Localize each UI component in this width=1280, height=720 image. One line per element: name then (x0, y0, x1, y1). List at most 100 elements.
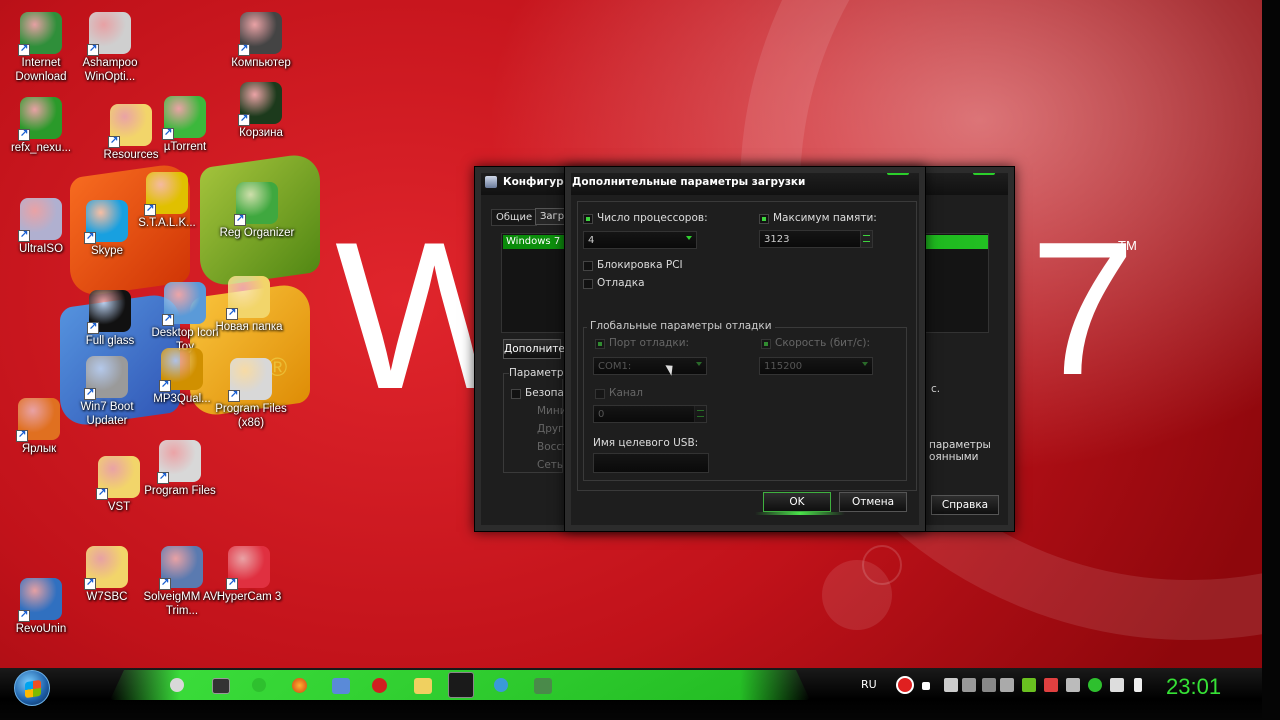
max-memory-checkbox[interactable] (759, 214, 769, 224)
chevron-down-icon (696, 362, 702, 366)
spinner-icon[interactable] (694, 406, 706, 422)
close-button[interactable] (973, 169, 995, 175)
record-icon[interactable] (896, 676, 914, 694)
utorrent-icon (18, 97, 62, 141)
desktop-icon[interactable]: W7SBC (68, 546, 146, 604)
camera-icon[interactable] (944, 678, 958, 692)
safe-boot-checkbox[interactable] (511, 389, 521, 399)
shortcut-arrow-icon (157, 470, 169, 484)
desktop-icon[interactable]: Новая папка (210, 276, 288, 334)
channel-checkbox[interactable] (595, 389, 605, 399)
desktop-icon-label: refx_nexu... (10, 142, 72, 154)
shortcut-arrow-icon (18, 228, 30, 242)
debug-port-checkbox[interactable] (595, 339, 605, 349)
speed-checkbox[interactable] (761, 339, 771, 349)
network-tray-icon[interactable] (1110, 678, 1124, 692)
globe-icon[interactable] (494, 678, 508, 692)
advanced-options-button[interactable]: Дополнитe (503, 339, 565, 359)
opera-icon[interactable] (372, 678, 387, 693)
recycle-bin-icon (238, 82, 282, 126)
spinner-icon[interactable] (860, 231, 872, 247)
radio-minimal[interactable]: Мини (537, 405, 567, 417)
cpu-count-checkbox[interactable] (583, 214, 593, 224)
shield-icon (228, 358, 272, 402)
desktop-icon-label: Reg Organizer (219, 227, 295, 239)
dialog-title: Дополнительные параметры загрузки (572, 176, 806, 188)
debug-label: Отладка (597, 277, 645, 289)
link-icon[interactable] (170, 678, 184, 692)
nvidia-icon[interactable] (1022, 678, 1036, 692)
cancel-button[interactable]: Отмена (839, 492, 907, 512)
shortcut-arrow-icon (228, 388, 240, 402)
desktop-icon-label: Skype (91, 245, 123, 257)
media-icon[interactable] (534, 678, 552, 694)
debug-port-select[interactable]: COM1: (593, 357, 707, 375)
start-button[interactable] (14, 670, 50, 706)
glass-icon (87, 290, 131, 334)
desktop-icon[interactable]: µTorrent (146, 96, 224, 154)
utorrent-tray-icon[interactable] (1088, 678, 1102, 692)
utorrent-icon[interactable] (252, 678, 266, 692)
channel-input[interactable]: 0 (593, 405, 707, 423)
firefox-icon (16, 398, 60, 442)
debug-checkbox[interactable] (583, 279, 593, 289)
shortcut-arrow-icon (16, 428, 28, 442)
shortcut-arrow-icon (96, 486, 108, 500)
chevron-down-icon (862, 362, 868, 366)
language-indicator[interactable]: RU (861, 678, 877, 691)
toy-icon (162, 282, 206, 326)
desktop-icon[interactable]: Корзина (222, 82, 300, 140)
radio-network[interactable]: Сеть (537, 459, 563, 471)
desktop-icon[interactable]: Full glass (71, 290, 149, 348)
film-icon (159, 546, 203, 590)
computer-icon (238, 12, 282, 56)
shortcut-arrow-icon (18, 127, 30, 141)
clock[interactable]: 23:01 (1166, 674, 1221, 700)
desktop-icon[interactable]: refx_nexu... (2, 97, 80, 155)
desktop-icon[interactable]: Internet Download (2, 12, 80, 84)
security-icon[interactable] (1044, 678, 1058, 692)
help-button[interactable]: Справка (931, 495, 999, 515)
usb-target-label: Имя целевого USB: (593, 437, 699, 449)
advanced-boot-dialog[interactable]: Дополнительные параметры загрузки Число … (564, 166, 926, 532)
volume-icon[interactable] (1134, 678, 1142, 692)
firefox-icon[interactable] (292, 678, 307, 693)
speed-label: Скорость (бит/с): (775, 337, 871, 349)
desktop-icon[interactable]: Program Files (141, 440, 219, 498)
taskbar[interactable]: RU 23:01 (0, 668, 1262, 720)
max-memory-input[interactable]: 3123 (759, 230, 873, 248)
wallpaper-7: 7 (1030, 203, 1136, 415)
monitor-icon[interactable] (1000, 678, 1014, 692)
desktop-icon[interactable]: Ashampoo WinOpti... (71, 12, 149, 84)
tray-app-icon[interactable] (982, 678, 996, 692)
desktop-icon[interactable]: HyperCam 3 (210, 546, 288, 604)
radio-alternate[interactable]: Друг (537, 423, 564, 435)
disc-icon (18, 198, 62, 242)
shortcut-arrow-icon (84, 576, 96, 590)
terminal-icon[interactable] (212, 678, 230, 694)
desktop-icon[interactable]: Program Files (x86) (212, 358, 290, 430)
network-icon[interactable] (332, 678, 350, 694)
desktop-icon-label: Ashampoo WinOpti... (82, 57, 138, 83)
desktop-icon[interactable]: Компьютер (222, 12, 300, 70)
desktop-icon-label: VST (107, 501, 131, 513)
desktop-icon[interactable]: Win7 Boot Updater (68, 356, 146, 428)
close-button[interactable] (887, 169, 909, 175)
shortcut-arrow-icon (226, 306, 238, 320)
desktop-icon[interactable]: MP3Qual... (143, 348, 221, 406)
cpu-count-select[interactable]: 4 (583, 231, 697, 249)
tab-general[interactable]: Общие (491, 209, 538, 226)
desktop-icon[interactable]: Ярлык (0, 398, 78, 456)
ok-button[interactable]: OK (763, 492, 831, 512)
desktop-icon[interactable]: Skype (68, 200, 146, 258)
pci-lock-label: Блокировка PCI (597, 259, 683, 271)
stop-icon[interactable] (922, 682, 930, 690)
usb-target-input[interactable] (593, 453, 709, 473)
tray-app-icon[interactable] (1066, 678, 1080, 692)
pci-lock-checkbox[interactable] (583, 261, 593, 271)
desktop-icon[interactable]: Reg Organizer (218, 182, 296, 240)
msconfig-taskbar-icon[interactable] (448, 672, 474, 698)
folder-icon[interactable] (414, 678, 432, 694)
speed-select[interactable]: 115200 (759, 357, 873, 375)
tray-app-icon[interactable] (962, 678, 976, 692)
